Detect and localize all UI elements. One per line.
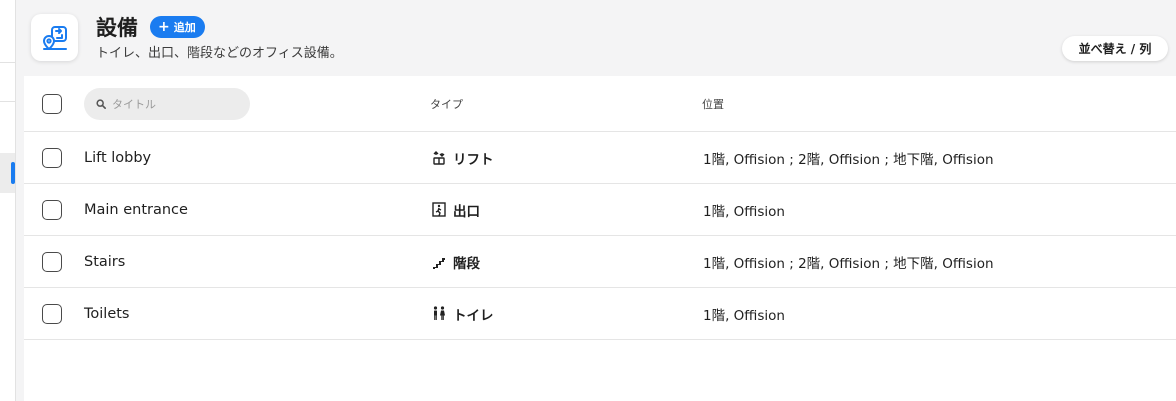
select-all-checkbox[interactable]: [42, 93, 62, 114]
row-type: トイレ: [431, 304, 494, 324]
row-title[interactable]: Toilets: [84, 306, 129, 322]
row-type: 階段: [431, 252, 480, 272]
sort-columns-button[interactable]: 並べ替え / 列: [1062, 36, 1168, 61]
sidebar: [0, 0, 16, 401]
row-type-label: 出口: [453, 203, 480, 220]
row-location: 1階, Offision ; 2階, Offision ; 地下階, Offis…: [703, 255, 994, 272]
column-header-location[interactable]: 位置: [702, 96, 724, 112]
table-header-row: タイプ 位置: [24, 76, 1176, 132]
plus-icon: +: [158, 19, 170, 35]
toilet-icon: [431, 306, 446, 321]
add-button-label: 追加: [173, 21, 196, 34]
sidebar-active-indicator: [11, 162, 15, 184]
row-type-label: 階段: [453, 255, 480, 272]
search-input[interactable]: [112, 97, 242, 111]
sidebar-divider: [0, 101, 16, 102]
row-location: 1階, Offision: [703, 203, 785, 220]
row-checkbox[interactable]: [42, 303, 62, 324]
row-type-label: トイレ: [453, 307, 494, 324]
facility-table: タイプ 位置 Lift lobby リフト 1階, Offision ; 2階,…: [24, 76, 1176, 401]
page-subtitle: トイレ、出口、階段などのオフィス設備。: [96, 46, 343, 61]
search-field[interactable]: [84, 88, 250, 120]
row-checkbox[interactable]: [42, 251, 62, 272]
row-type: 出口: [431, 200, 480, 220]
search-icon: [96, 99, 106, 109]
table-row[interactable]: Toilets トイレ 1階, Offision: [24, 288, 1176, 340]
add-button[interactable]: + 追加: [150, 16, 205, 38]
stairs-icon: [431, 254, 446, 269]
row-title[interactable]: Stairs: [84, 254, 125, 270]
row-type: リフト: [431, 148, 494, 168]
table-row[interactable]: Lift lobby リフト 1階, Offision ; 2階, Offisi…: [24, 132, 1176, 184]
row-title[interactable]: Main entrance: [84, 202, 188, 218]
column-header-type[interactable]: タイプ: [430, 96, 463, 112]
row-type-label: リフト: [453, 151, 494, 168]
exit-icon: [431, 202, 446, 217]
page-title: 設備: [96, 16, 138, 40]
row-checkbox[interactable]: [42, 147, 62, 168]
sidebar-divider: [0, 62, 16, 63]
table-row[interactable]: Main entrance 出口 1階, Offision: [24, 184, 1176, 236]
row-location: 1階, Offision ; 2階, Offision ; 地下階, Offis…: [703, 151, 994, 168]
table-row[interactable]: Stairs 階段 1階, Offision ; 2階, Offision ; …: [24, 236, 1176, 288]
facility-map-icon: [31, 14, 78, 61]
row-title[interactable]: Lift lobby: [84, 150, 151, 166]
row-location: 1階, Offision: [703, 307, 785, 324]
lift-icon: [431, 150, 446, 165]
row-checkbox[interactable]: [42, 199, 62, 220]
